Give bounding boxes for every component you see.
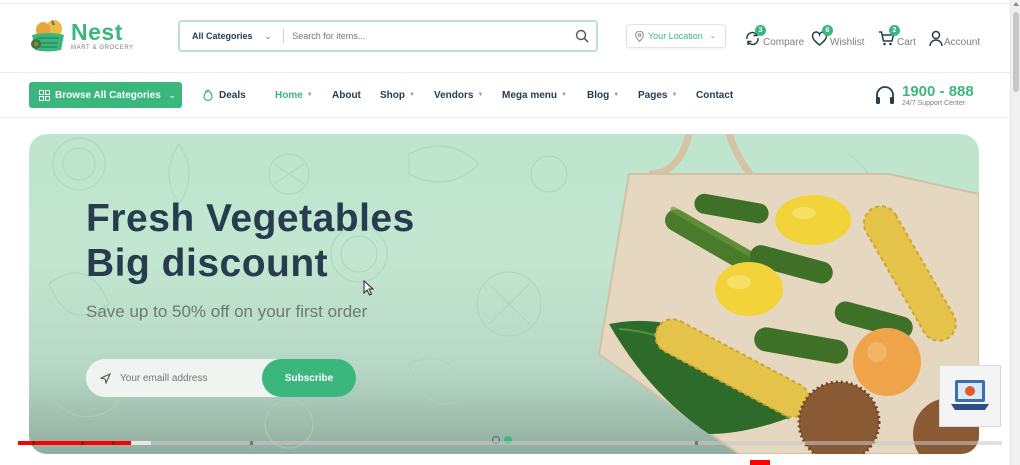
logo-text: Nest MART & GROCERY	[71, 19, 134, 52]
support-contact[interactable]: 1900 - 888 24/7 Support Center	[874, 84, 974, 107]
nav-item-label: Home	[275, 89, 303, 101]
support-phone: 1900 - 888	[902, 83, 974, 100]
nav-item-deals[interactable]: Deals	[202, 89, 246, 101]
deals-icon	[203, 89, 213, 101]
chevron-down-icon: ▼	[613, 92, 620, 98]
chapter-marker	[32, 441, 35, 445]
cart-label: Cart	[897, 37, 916, 48]
wishlist-link[interactable]: 6 Wishlist	[811, 25, 865, 48]
nav-item-label: Deals	[219, 89, 246, 101]
nav-item-label: Mega menu	[502, 89, 558, 101]
chevron-down-icon: ⌄	[264, 31, 272, 41]
vegetables-bag-image	[597, 134, 979, 454]
nav-item-blog[interactable]: Blog ▼	[587, 89, 619, 101]
chevron-down-icon: ⌄	[709, 33, 716, 40]
chapter-marker	[250, 441, 253, 445]
hero-subtitle: Save up to 50% off on your first order	[86, 302, 368, 321]
logo[interactable]: Nest MART & GROCERY	[28, 18, 138, 54]
scrollbar-thumb[interactable]	[1013, 12, 1019, 92]
chapter-marker	[81, 441, 84, 445]
hero-title-line1: Fresh Vegetables	[86, 197, 415, 240]
hero-banner: Fresh Vegetables Big discount Save up to…	[29, 134, 979, 454]
nav-item-label: Contact	[696, 89, 734, 101]
nav-item-label: Vendors	[434, 89, 474, 101]
compare-link[interactable]: 3 Compare	[744, 25, 805, 48]
headset-icon	[876, 85, 894, 104]
grid-icon	[39, 89, 50, 101]
compare-label: Compare	[763, 37, 805, 48]
nav-item-label: Pages	[638, 89, 668, 101]
red-marker	[750, 460, 770, 465]
browse-categories-button[interactable]: Browse All Categories ⌄	[29, 82, 182, 108]
support-subtitle: 24/7 Support Center	[902, 100, 966, 107]
chevron-down-icon: ▼	[306, 92, 313, 98]
page: Nest MART & GROCERY All Categories ⌄ You…	[0, 0, 1020, 465]
nav-item-about[interactable]: About	[332, 89, 361, 101]
nav-item-shop[interactable]: Shop ▼	[380, 89, 415, 101]
logo-tagline: MART & GROCERY	[71, 45, 134, 51]
nav-item-label: Blog	[587, 89, 610, 101]
logo-name: Nest	[71, 19, 123, 45]
category-select[interactable]: All Categories ⌄	[180, 22, 283, 50]
search-input[interactable]	[284, 22, 568, 50]
search-bar: All Categories ⌄	[178, 20, 598, 52]
email-field[interactable]	[120, 372, 250, 384]
location-pin-icon	[635, 30, 644, 42]
nav-item-home[interactable]: Home ▼	[275, 89, 313, 101]
cart-icon: 2	[878, 25, 900, 48]
nav-item-vendors[interactable]: Vendors ▼	[434, 89, 483, 101]
category-select-label: All Categories	[192, 31, 253, 41]
chevron-down-icon: ▼	[409, 92, 415, 98]
chevron-down-icon: ⌄	[168, 90, 176, 100]
nav-item-label: Shop	[380, 89, 405, 101]
subscribe-button[interactable]: Subscribe	[262, 359, 356, 397]
nav-item-label: About	[332, 89, 361, 101]
chevron-down-icon: ▼	[671, 92, 678, 98]
newsletter-form: Subscribe	[86, 359, 356, 397]
chapter-marker	[112, 441, 115, 445]
nav-divider	[0, 117, 1010, 118]
compare-icon: 3	[744, 25, 766, 48]
nav-item-mega-menu[interactable]: Mega menu ▼	[502, 89, 567, 101]
top-border	[0, 0, 1010, 4]
nav-item-contact[interactable]: Contact	[696, 89, 733, 101]
account-label: Account	[944, 37, 981, 48]
user-icon	[929, 30, 943, 48]
search-icon[interactable]	[568, 29, 596, 43]
wishlist-count-badge: 6	[822, 25, 833, 36]
send-icon	[100, 372, 111, 384]
hero-title: Fresh Vegetables Big discount	[86, 196, 415, 286]
chapter-marker	[695, 441, 698, 445]
cart-count-badge: 2	[889, 25, 900, 36]
cart-link[interactable]: 2 Cart	[878, 25, 916, 48]
nav-item-pages[interactable]: Pages ▼	[638, 89, 677, 101]
channel-watermark-logo[interactable]	[939, 365, 1001, 427]
heart-icon: 6	[811, 25, 833, 48]
compare-count-badge: 3	[755, 25, 766, 36]
support-text: 1900 - 888 24/7 Support Center	[902, 84, 974, 107]
page-scrollbar[interactable]	[1010, 0, 1020, 465]
account-link[interactable]: Account	[929, 26, 980, 48]
location-label: Your Location	[648, 31, 703, 41]
mouse-cursor-icon	[363, 280, 375, 296]
logo-basket-icon	[28, 19, 68, 53]
location-select[interactable]: Your Location ⌄	[626, 24, 726, 48]
browse-categories-label: Browse All Categories	[55, 89, 161, 101]
header-divider	[0, 72, 1010, 73]
scroll-up-arrow-icon[interactable]	[1013, 2, 1019, 6]
chevron-down-icon: ▼	[477, 92, 484, 98]
chevron-down-icon: ▼	[561, 92, 567, 98]
wishlist-label: Wishlist	[830, 37, 865, 48]
video-progress-bar[interactable]	[18, 441, 1002, 445]
